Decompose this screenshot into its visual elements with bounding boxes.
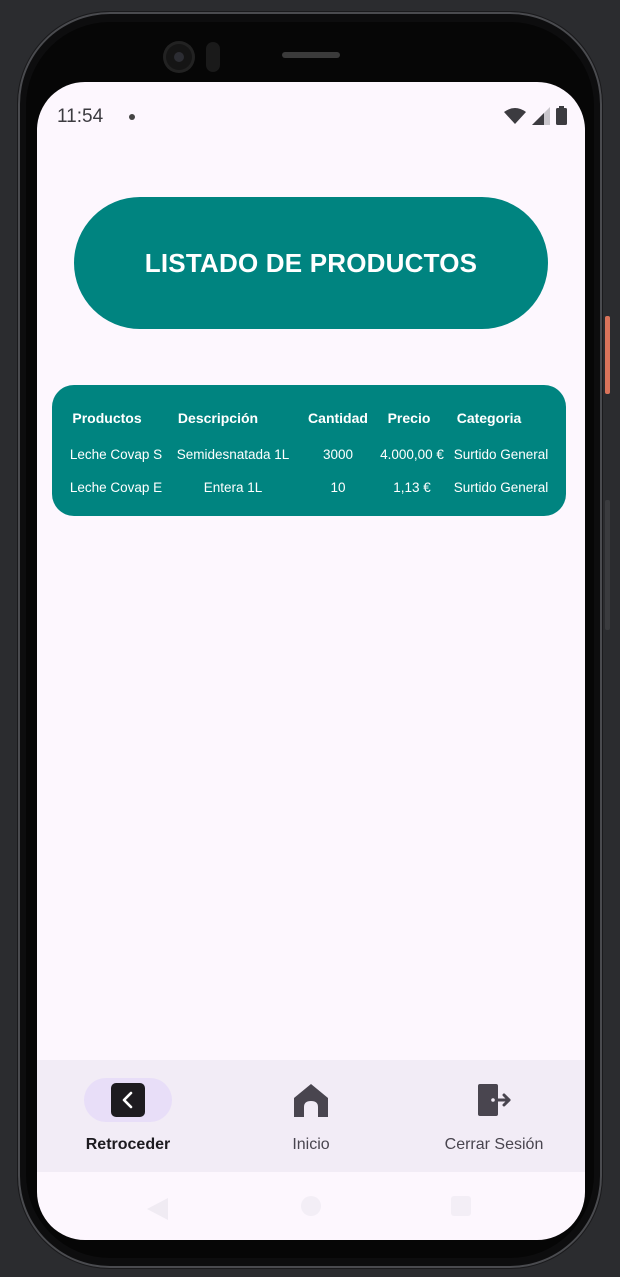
- nav-item-inicio[interactable]: Inicio: [220, 1060, 402, 1172]
- battery-icon: [556, 106, 567, 125]
- column-header-precio: Precio: [387, 410, 431, 426]
- back-icon: [111, 1083, 145, 1117]
- table-cell: Entera 1L: [203, 480, 263, 495]
- table-cell: 1,13 €: [393, 480, 431, 495]
- active-indicator: [84, 1078, 172, 1122]
- logout-icon: [478, 1084, 511, 1116]
- table-cell: Surtido General: [453, 447, 549, 462]
- wifi-icon: [504, 107, 526, 124]
- table-cell: 3000: [322, 447, 354, 462]
- status-bar: 11:54: [37, 82, 585, 152]
- column-header-categoria: Categoria: [456, 410, 522, 426]
- icon-container: [450, 1078, 538, 1122]
- table-cell: 10: [330, 480, 346, 495]
- system-navigation-bar: [37, 1172, 585, 1240]
- proximity-sensor: [206, 42, 220, 72]
- nav-item-retroceder[interactable]: Retroceder: [37, 1060, 219, 1172]
- status-time: 11:54: [57, 106, 104, 127]
- earpiece-speaker: [282, 52, 340, 58]
- nav-item-cerrar-sesion[interactable]: Cerrar Sesión: [403, 1060, 585, 1172]
- products-table: Productos Descripción Cantidad Precio Ca…: [52, 385, 566, 516]
- table-cell: Semidesnatada 1L: [176, 447, 290, 462]
- system-back-icon[interactable]: [147, 1198, 169, 1220]
- system-recents-icon[interactable]: [451, 1196, 471, 1216]
- power-button[interactable]: [605, 316, 610, 394]
- nav-label: Cerrar Sesión: [444, 1136, 544, 1153]
- icon-container: [267, 1078, 355, 1122]
- column-header-descripcion: Descripción: [177, 410, 259, 426]
- table-cell: Leche Covap S: [69, 447, 163, 462]
- status-icons: [504, 106, 567, 125]
- bottom-navigation: Retroceder Inicio Cerrar Sesión: [37, 1060, 585, 1172]
- signal-icon: [532, 106, 550, 125]
- system-home-icon[interactable]: [301, 1196, 321, 1216]
- table-cell: 4.000,00 €: [380, 447, 444, 462]
- volume-button[interactable]: [605, 500, 610, 630]
- app-screen: 11:54 LISTADO DE PRODUCTOS Productos Des…: [37, 82, 585, 1240]
- column-header-cantidad: Cantidad: [308, 410, 368, 426]
- nav-label: Inicio: [292, 1136, 330, 1153]
- page-title: LISTADO DE PRODUCTOS: [144, 247, 478, 278]
- table-cell: Surtido General: [453, 480, 549, 495]
- home-icon: [294, 1084, 328, 1117]
- nav-label: Retroceder: [85, 1136, 171, 1153]
- page-title-banner: LISTADO DE PRODUCTOS: [74, 197, 548, 329]
- notification-dot: [129, 114, 135, 120]
- table-cell: Leche Covap E: [69, 480, 163, 495]
- front-camera: [166, 44, 192, 70]
- column-header-productos: Productos: [72, 410, 142, 426]
